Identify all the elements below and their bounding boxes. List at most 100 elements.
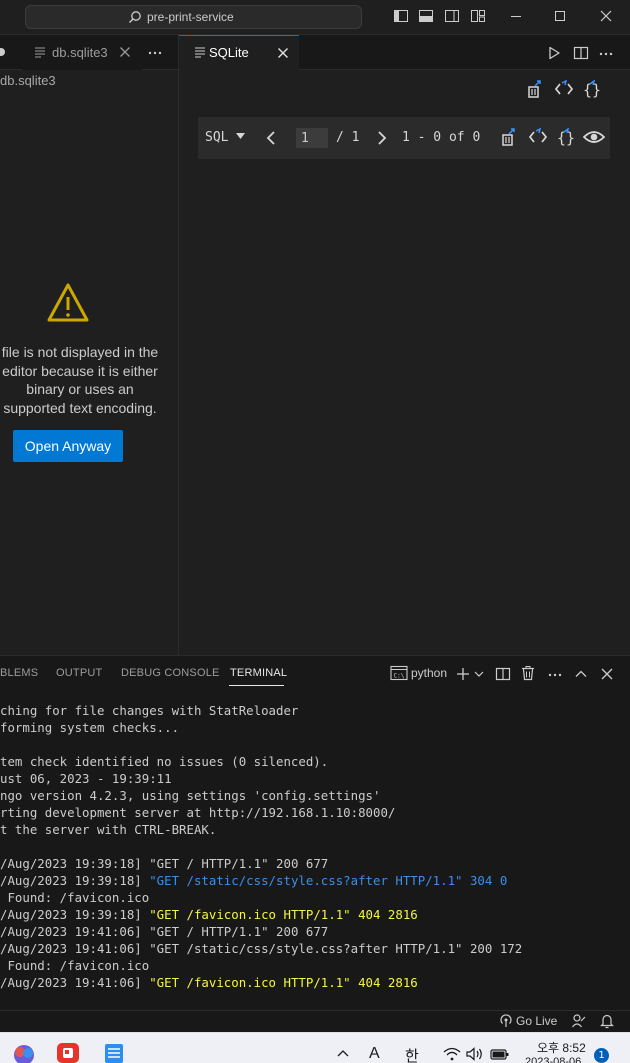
export-db-icon[interactable] xyxy=(500,128,518,146)
tab-output[interactable]: OUTPUT xyxy=(56,667,102,679)
open-anyway-button[interactable]: Open Anyway xyxy=(13,430,123,462)
chevron-up-icon[interactable] xyxy=(336,1048,350,1058)
close-window-icon[interactable] xyxy=(598,8,616,26)
terminal-output[interactable]: ching for file changes with StatReloader… xyxy=(0,702,630,991)
trash-icon[interactable] xyxy=(520,665,536,681)
log-text: "GET / HTTP/1.1" 200 677 xyxy=(149,924,329,939)
tab-sqlite[interactable]: SQLite xyxy=(179,35,299,70)
terminal-shell-icon: C:\ xyxy=(390,665,408,681)
battery-icon[interactable] xyxy=(490,1047,510,1061)
ime-language-indicator[interactable]: 한 xyxy=(405,1045,419,1063)
svg-text:{}: {} xyxy=(557,129,575,146)
split-editor-icon[interactable] xyxy=(573,45,589,61)
broadcast-icon xyxy=(499,1014,513,1028)
terminal-line: /Aug/2023 19:39:18] "GET /static/css/sty… xyxy=(0,872,630,889)
log-text: "GET / HTTP/1.1" 200 677 xyxy=(149,856,329,871)
tab-terminal[interactable]: TERMINAL xyxy=(230,667,287,679)
maximize-icon[interactable] xyxy=(552,8,570,26)
terminal-line: ching for file changes with StatReloader xyxy=(0,702,630,719)
binary-warning-message: file is not displayed in the editor beca… xyxy=(0,343,166,417)
terminal-line: /Aug/2023 19:39:18] "GET /favicon.ico HT… xyxy=(0,906,630,923)
svg-text:C:\: C:\ xyxy=(394,673,405,680)
log-text: Found: /favicon.ico xyxy=(0,958,150,973)
accounts-icon[interactable] xyxy=(571,1013,587,1029)
log-text: rting development server at http://192.1… xyxy=(0,805,396,820)
terminal-line: /Aug/2023 19:41:06] "GET /favicon.ico HT… xyxy=(0,974,630,991)
page-total: / 1 xyxy=(336,130,360,145)
export-db-icon[interactable] xyxy=(526,80,544,98)
warning-line: supported text encoding. xyxy=(3,399,157,416)
log-timestamp: /Aug/2023 19:41:06] xyxy=(0,975,150,990)
log-text: ching for file changes with StatReloader xyxy=(0,703,299,718)
next-page-icon[interactable] xyxy=(377,131,387,145)
customize-layout-icon[interactable] xyxy=(470,8,488,26)
terminal-line: /Aug/2023 19:41:06] "GET / HTTP/1.1" 200… xyxy=(0,923,630,940)
app-red-icon[interactable] xyxy=(56,1042,80,1063)
log-text: forming system checks... xyxy=(0,720,180,735)
json-braces-icon[interactable]: {} xyxy=(556,128,576,146)
notification-badge[interactable]: 1 xyxy=(594,1048,609,1063)
terminal-line: tem check identified no issues (0 silenc… xyxy=(0,753,630,770)
more-actions-icon[interactable] xyxy=(147,44,163,60)
search-icon xyxy=(128,10,142,24)
warning-icon xyxy=(46,282,90,324)
tab-debug-console[interactable]: DEBUG CONSOLE xyxy=(121,667,220,679)
code-brackets-icon[interactable] xyxy=(528,128,548,146)
log-timestamp: /Aug/2023 19:39:18] xyxy=(0,873,150,888)
tab-problems[interactable]: BLEMS xyxy=(0,667,38,679)
close-panel-icon[interactable] xyxy=(599,666,615,682)
prev-page-icon[interactable] xyxy=(266,131,276,145)
search-text: pre-print-service xyxy=(147,10,234,24)
log-text: t the server with CTRL-BREAK. xyxy=(0,822,217,837)
chevron-up-icon[interactable] xyxy=(573,666,589,682)
volume-icon[interactable] xyxy=(466,1047,484,1061)
command-center-search[interactable]: pre-print-service xyxy=(25,5,362,29)
tab-db-sqlite3[interactable]: db.sqlite3 xyxy=(22,35,142,70)
clock-date[interactable]: 2023-08-06 xyxy=(525,1056,581,1063)
log-text: "GET /favicon.ico HTTP/1.1" 404 2816 xyxy=(149,975,418,990)
warning-line: binary or uses an xyxy=(26,381,134,397)
terminal-line: t the server with CTRL-BREAK. xyxy=(0,821,630,838)
new-terminal-icon[interactable] xyxy=(455,666,471,682)
ime-mode-indicator[interactable]: A xyxy=(369,1045,380,1063)
toggle-secondary-sidebar-icon[interactable] xyxy=(444,8,462,26)
clock-time[interactable]: 오후 8:52 xyxy=(537,1039,586,1056)
close-tab-icon[interactable] xyxy=(277,47,289,59)
tab-label: db.sqlite3 xyxy=(52,45,108,60)
toggle-panel-icon[interactable] xyxy=(418,8,436,26)
code-brackets-icon[interactable] xyxy=(554,80,574,98)
more-actions-icon[interactable] xyxy=(547,666,563,682)
warning-line: editor because it is either xyxy=(2,362,158,379)
minimize-icon[interactable] xyxy=(508,8,526,26)
terminal-line: /Aug/2023 19:39:18] "GET / HTTP/1.1" 200… xyxy=(0,855,630,872)
close-tab-icon[interactable] xyxy=(119,46,131,58)
terminal-shell-name[interactable]: python xyxy=(411,666,447,680)
page-number-input[interactable] xyxy=(296,128,328,148)
terminal-line: ust 06, 2023 - 19:39:11 xyxy=(0,770,630,787)
breadcrumb[interactable]: db.sqlite3 xyxy=(0,73,56,88)
editor-split-divider[interactable] xyxy=(178,35,179,655)
log-timestamp: /Aug/2023 19:41:06] xyxy=(0,924,150,939)
toggle-primary-sidebar-icon[interactable] xyxy=(393,8,411,26)
log-text: ust 06, 2023 - 19:39:11 xyxy=(0,771,172,786)
terminal-line: Found: /favicon.ico xyxy=(0,957,630,974)
sql-mode-label[interactable]: SQL xyxy=(205,130,228,145)
bell-icon[interactable] xyxy=(600,1013,614,1029)
split-terminal-icon[interactable] xyxy=(495,666,511,682)
json-braces-icon[interactable]: {} xyxy=(582,80,602,98)
more-actions-icon[interactable] xyxy=(598,45,614,61)
go-live-button[interactable]: Go Live xyxy=(516,1014,557,1028)
run-icon[interactable] xyxy=(546,45,562,61)
svg-text:{}: {} xyxy=(583,81,601,98)
wifi-icon[interactable] xyxy=(443,1047,461,1061)
notepad-icon[interactable] xyxy=(103,1042,125,1063)
terminal-line: /Aug/2023 19:41:06] "GET /static/css/sty… xyxy=(0,940,630,957)
log-text: Found: /favicon.ico xyxy=(0,890,150,905)
eye-icon[interactable] xyxy=(583,128,605,146)
warning-line: file is not displayed in the xyxy=(1,344,159,360)
caret-down-icon[interactable] xyxy=(236,133,245,140)
chevron-down-icon[interactable] xyxy=(473,668,485,680)
file-lines-icon xyxy=(34,46,46,58)
copilot-icon[interactable] xyxy=(12,1043,36,1063)
